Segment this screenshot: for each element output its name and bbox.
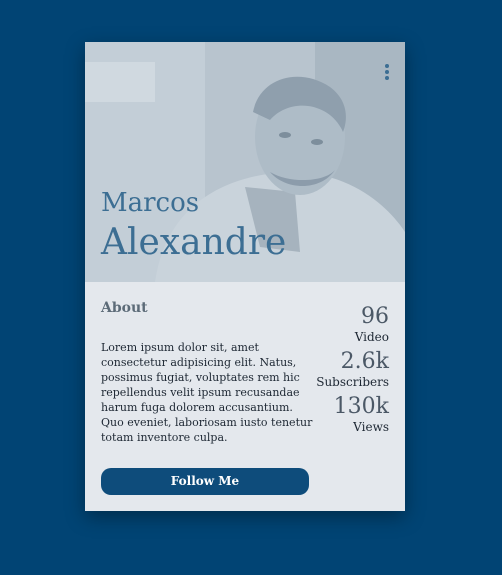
follow-button[interactable]: Follow Me: [101, 468, 309, 495]
stat-videos: 96 Video: [299, 304, 389, 345]
profile-card: Marcos Alexandre About Lorem ipsum dolor…: [85, 42, 405, 511]
about-text: Lorem ipsum dolor sit, amet consectetur …: [101, 341, 313, 444]
stat-subscribers: 2.6k Subscribers: [299, 349, 389, 390]
about-heading: About: [101, 300, 148, 316]
stat-value: 96: [361, 304, 389, 329]
stat-label: Video: [354, 330, 389, 344]
stat-label: Subscribers: [316, 375, 389, 389]
last-name: Alexandre: [101, 222, 287, 263]
stat-label: Views: [353, 420, 389, 434]
stats-panel: 96 Video 2.6k Subscribers 130k Views: [299, 304, 389, 439]
stat-value: 2.6k: [340, 349, 389, 374]
more-vertical-icon[interactable]: [383, 64, 391, 82]
stat-value: 130k: [333, 394, 389, 419]
profile-hero: Marcos Alexandre: [85, 42, 405, 282]
first-name: Marcos: [101, 188, 200, 218]
stat-views: 130k Views: [299, 394, 389, 435]
